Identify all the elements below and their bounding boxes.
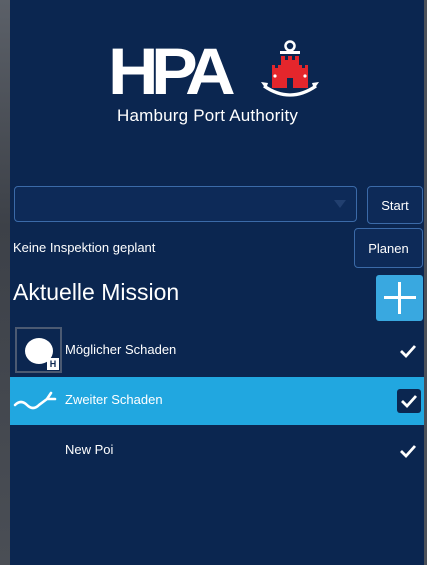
crack-line-icon	[13, 391, 57, 410]
list-item[interactable]: New Poi	[10, 427, 424, 475]
background-left-strip	[0, 0, 10, 565]
check-icon	[401, 395, 418, 409]
add-poi-button[interactable]	[376, 275, 423, 321]
mission-select[interactable]	[14, 186, 357, 222]
chevron-down-icon	[334, 200, 346, 208]
list-item-label: New Poi	[65, 442, 114, 457]
list-item[interactable]: Zweiter Schaden	[10, 377, 424, 425]
hpa-logo: HPA Hamburg Port Authority	[108, 38, 328, 130]
plan-button[interactable]: Planen	[354, 228, 423, 268]
list-item[interactable]: H Möglicher Schaden	[10, 327, 424, 375]
check-icon[interactable]	[398, 441, 418, 461]
mission-title: Aktuelle Mission	[13, 279, 180, 305]
start-button[interactable]: Start	[367, 186, 423, 224]
check-icon[interactable]	[398, 341, 418, 361]
list-item-label: Zweiter Schaden	[65, 392, 163, 407]
inspection-status-text: Keine Inspektion geplant	[13, 240, 156, 255]
list-item-label: Möglicher Schaden	[65, 342, 177, 357]
logo-wordmark: HPA	[108, 34, 236, 108]
logo-subtitle: Hamburg Port Authority	[117, 106, 299, 125]
point-marker-icon: H	[13, 327, 62, 375]
hamburg-anchor-emblem-icon	[261, 40, 319, 97]
checkbox[interactable]	[397, 389, 421, 413]
